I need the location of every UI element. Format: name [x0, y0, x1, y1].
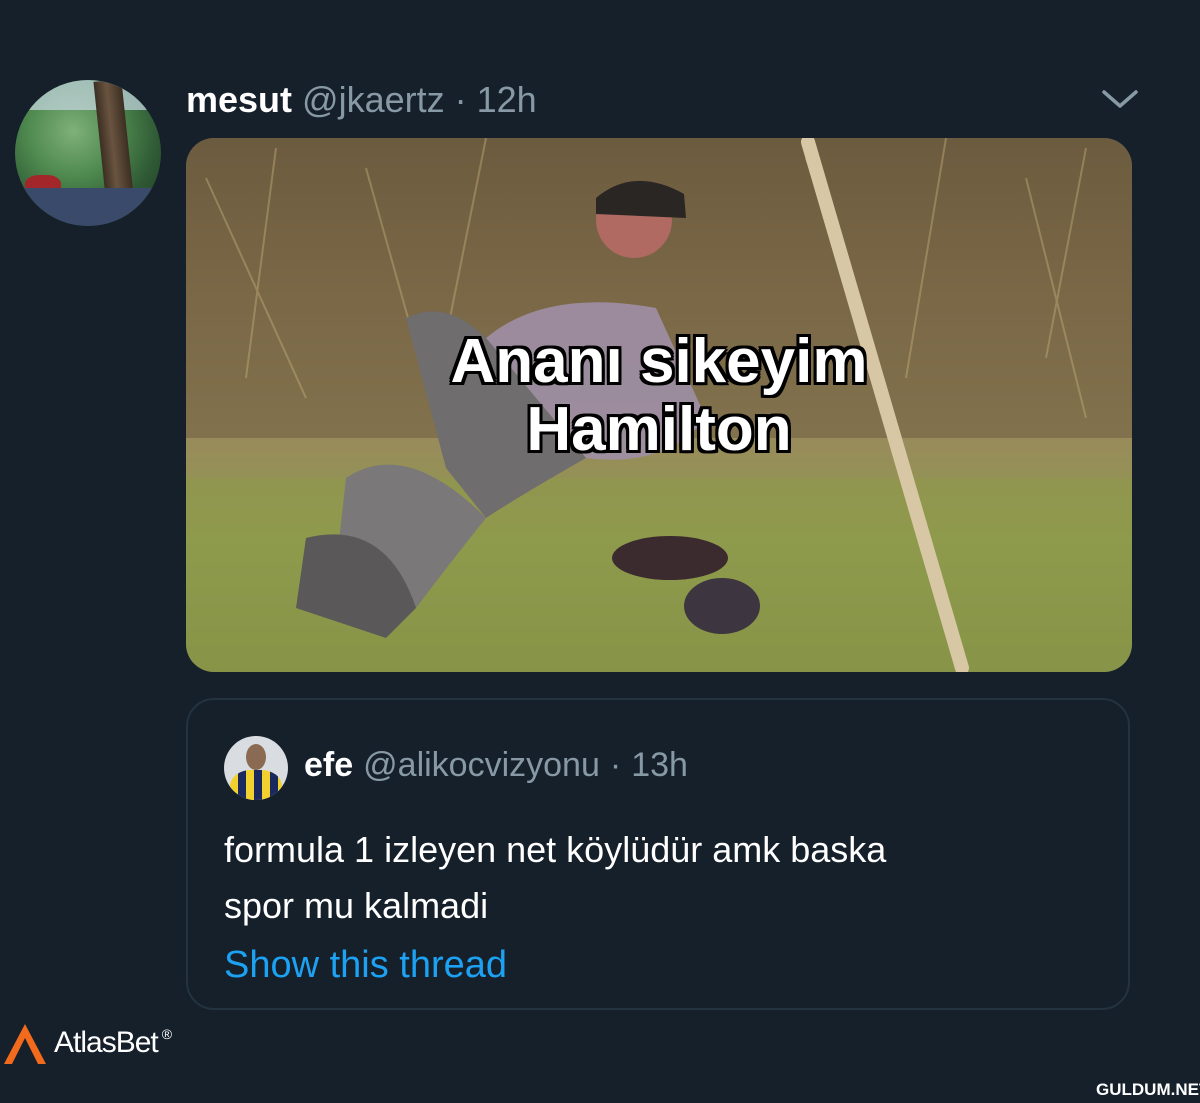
watermark: GULDUM.NET: [1096, 1080, 1200, 1099]
author-handle[interactable]: @jkaertz: [302, 79, 445, 121]
show-thread-link[interactable]: Show this thread: [224, 944, 507, 987]
chevron-down-icon[interactable]: [1098, 84, 1142, 114]
registered-mark: ®: [161, 1026, 173, 1042]
separator-dot: ·: [454, 79, 467, 120]
avatar-shirt: [230, 770, 282, 800]
media-caption: Ananı sikeyim Hamilton: [186, 328, 1132, 464]
quoted-tweet-timestamp[interactable]: 13h: [631, 746, 688, 785]
tweet-header: mesut @jkaertz · 12h: [186, 78, 537, 122]
tweet-timestamp[interactable]: 12h: [477, 79, 537, 121]
quoted-author-handle[interactable]: @alikocvizyonu: [363, 746, 600, 785]
quoted-tweet-text: formula 1 izleyen net köylüdür amk baska…: [224, 822, 1084, 934]
brand-overlay: AtlasBet ®: [0, 1018, 172, 1068]
avatar-ground: [15, 188, 161, 226]
tweet-media-image[interactable]: Ananı sikeyim Hamilton: [186, 138, 1132, 672]
avatar-sky: [15, 80, 161, 110]
quoted-text-line-2: spor mu kalmadi: [224, 885, 489, 926]
atlasbet-logo-icon: [4, 1024, 46, 1064]
tweet-avatar[interactable]: [15, 80, 161, 226]
caption-line-2: Hamilton: [526, 395, 792, 464]
avatar-head: [246, 744, 266, 770]
brand-name: AtlasBet: [54, 1026, 159, 1059]
author-name[interactable]: mesut: [186, 79, 292, 121]
quoted-tweet-header: efe @alikocvizyonu · 13h: [304, 746, 688, 785]
quoted-author-name[interactable]: efe: [304, 746, 353, 785]
separator-dot: ·: [609, 746, 622, 784]
quoted-author-avatar[interactable]: [224, 736, 288, 800]
caption-line-1: Ananı sikeyim: [450, 327, 868, 396]
quoted-tweet[interactable]: efe @alikocvizyonu · 13h formula 1 izley…: [186, 698, 1130, 1010]
quoted-text-line-1: formula 1 izleyen net köylüdür amk baska: [224, 829, 887, 870]
